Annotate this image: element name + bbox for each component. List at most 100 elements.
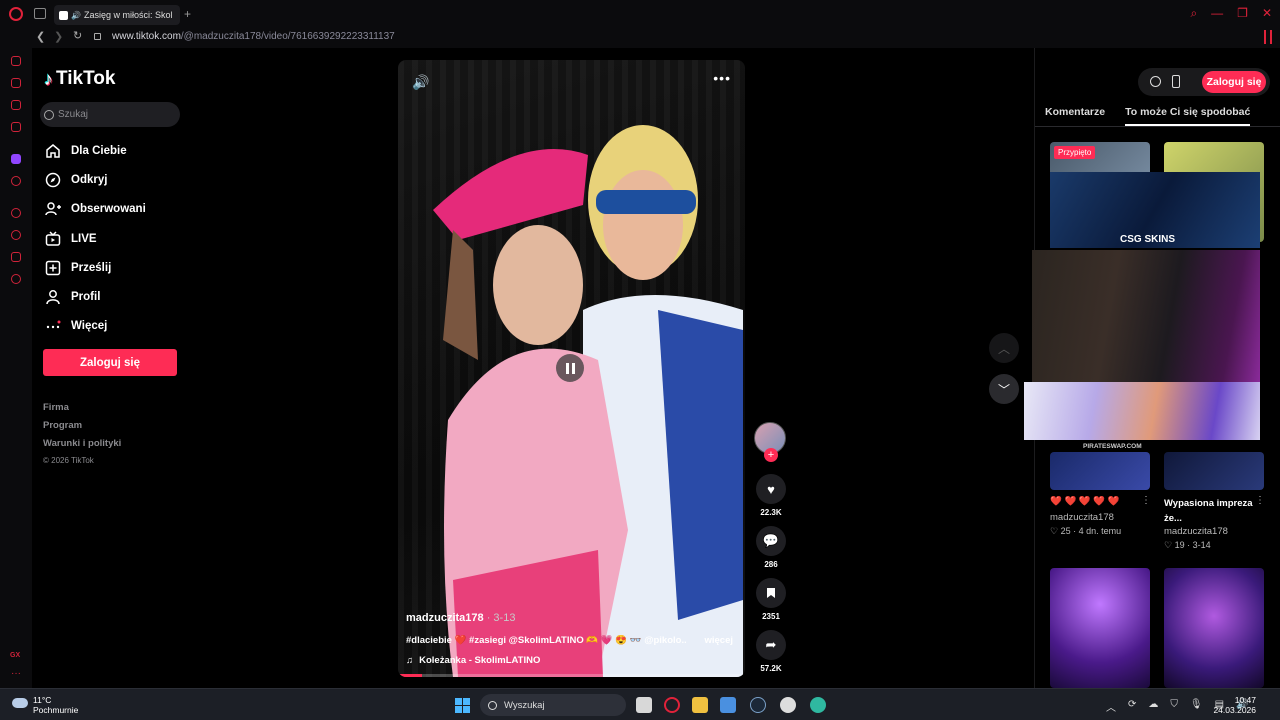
- footer-link[interactable]: Firma: [43, 402, 121, 420]
- tab-you-may-like[interactable]: To może Ci się spodobać: [1125, 106, 1251, 126]
- save-action[interactable]: 2351: [754, 578, 788, 630]
- edge-icon[interactable]: [810, 697, 826, 713]
- cloud-tray-icon[interactable]: ☁: [1148, 699, 1158, 714]
- ad-banner[interactable]: CSG SKINS: [1050, 172, 1260, 248]
- forward-button[interactable]: ❯: [54, 30, 63, 43]
- search-box[interactable]: [40, 102, 180, 127]
- video-caption: #dlaciebie ❤️ #zasiegi @SkolimLATINO 🫶 💗…: [406, 635, 686, 646]
- steam-icon[interactable]: [750, 697, 766, 713]
- list-item[interactable]: ❤️ ❤️ ❤️ ❤️ ❤️ madzuczita178 ♡ 25 · 4 dn…: [1050, 496, 1155, 537]
- footer-link[interactable]: Warunki i polityki: [43, 438, 121, 456]
- taskbar-search[interactable]: Wyszukaj: [480, 694, 626, 716]
- video-author[interactable]: madzuczita178 · 3-13: [406, 612, 515, 624]
- share-action[interactable]: ➦ 57.2K: [754, 630, 788, 682]
- browser-tab-active[interactable]: 🔊 Zasięg w miłości: Skol: [54, 5, 180, 25]
- nav-item-live[interactable]: LIVE: [44, 224, 194, 253]
- phone-icon[interactable]: [1172, 75, 1180, 88]
- item-menu-icon[interactable]: ⋮: [1255, 495, 1265, 506]
- aria-icon[interactable]: [11, 56, 21, 66]
- news-icon[interactable]: [11, 122, 21, 132]
- item-menu-icon[interactable]: ⋮: [1141, 495, 1151, 506]
- video-progress-bar[interactable]: [398, 674, 745, 677]
- nav-item-upload[interactable]: Prześlij: [44, 253, 194, 282]
- gx-label-icon[interactable]: GX: [10, 652, 20, 659]
- reload-button[interactable]: ↻: [73, 29, 82, 42]
- video-more-icon[interactable]: •••: [713, 70, 731, 86]
- workspaces-icon[interactable]: [11, 78, 21, 88]
- list-item[interactable]: Wypasiona impreza że... madzuczita178 ♡ …: [1164, 496, 1254, 551]
- twitch-icon[interactable]: [11, 154, 21, 164]
- tab-list-icon[interactable]: [34, 8, 46, 19]
- comment-action[interactable]: 💬 286: [754, 526, 788, 578]
- minimize-button[interactable]: —: [1211, 6, 1223, 21]
- extensions-icon[interactable]: [11, 252, 21, 262]
- footer-links: Firma Program Warunki i polityki © 2026 …: [43, 402, 121, 474]
- comment-icon[interactable]: 💬: [756, 526, 786, 556]
- nav-item-for-you[interactable]: Dla Ciebie: [44, 136, 194, 165]
- previous-video-button[interactable]: ︿: [989, 333, 1019, 363]
- history-icon[interactable]: [11, 230, 21, 240]
- stream-overlay[interactable]: [1032, 250, 1260, 382]
- task-view-icon[interactable]: [636, 697, 652, 713]
- weather-widget[interactable]: 11°C Pochmurnie: [33, 695, 78, 715]
- player-icon[interactable]: [11, 208, 21, 218]
- lock-icon[interactable]: [94, 33, 101, 40]
- sidebar-toggle-icon[interactable]: [1264, 30, 1272, 44]
- opera-logo-icon[interactable]: [9, 7, 23, 21]
- chevron-up-icon[interactable]: ︿: [1106, 699, 1116, 714]
- follow-plus-icon[interactable]: +: [764, 448, 778, 462]
- tab-audio-icon[interactable]: 🔊: [71, 11, 81, 20]
- tiktok-logo[interactable]: ♪ TikTok: [44, 68, 115, 90]
- avatar[interactable]: +: [754, 422, 786, 462]
- app-icon[interactable]: [780, 697, 796, 713]
- stream-banner[interactable]: [1024, 382, 1260, 440]
- nav-label: Prześlij: [71, 261, 112, 274]
- stream-banner-text: PIRATESWAP.COM: [1083, 443, 1142, 450]
- new-tab-button[interactable]: +: [184, 7, 191, 21]
- nav-item-profile[interactable]: Profil: [44, 282, 194, 311]
- nav-item-more[interactable]: Więcej: [44, 312, 194, 341]
- login-button[interactable]: Zaloguj się: [43, 349, 177, 376]
- search-tabs-icon[interactable]: ⌕: [1190, 6, 1197, 21]
- video-thumbnail[interactable]: [1164, 452, 1264, 490]
- pause-button[interactable]: [556, 354, 584, 382]
- store-icon[interactable]: [720, 697, 736, 713]
- bookmark-icon[interactable]: [756, 578, 786, 608]
- video-thumbnail[interactable]: [1050, 568, 1150, 688]
- microphone-icon[interactable]: 🎙: [1190, 699, 1203, 714]
- login-button-top[interactable]: Zaloguj się: [1202, 71, 1266, 93]
- back-button[interactable]: ❮: [36, 30, 45, 43]
- video-player[interactable]: 🔊 ••• madzuczita178 · 3-13 #dlaciebie ❤️…: [398, 60, 745, 677]
- nav-label: Profil: [71, 291, 101, 304]
- maximize-button[interactable]: ❐: [1237, 6, 1248, 21]
- video-music[interactable]: ♫ Koleżanka - SkolimLATINO: [406, 655, 540, 666]
- nav-item-explore[interactable]: Odkryj: [44, 165, 194, 194]
- shield-icon[interactable]: ⛉: [1170, 699, 1178, 714]
- messenger-icon[interactable]: [11, 100, 21, 110]
- heart-icon[interactable]: ♥: [756, 474, 786, 504]
- start-button[interactable]: [455, 698, 470, 713]
- footer-link[interactable]: Program: [43, 420, 121, 438]
- settings-gear-icon[interactable]: [11, 274, 21, 284]
- main-nav: Dla Ciebie Odkryj Obserwowani LIVE Prześ…: [44, 136, 194, 341]
- next-video-button[interactable]: ﹀: [989, 374, 1019, 404]
- clock[interactable]: 10:47 24.03.2026: [1213, 695, 1256, 715]
- compass-icon[interactable]: [1150, 76, 1161, 87]
- video-thumbnail[interactable]: [1164, 568, 1264, 688]
- like-action[interactable]: ♥ 22.3K: [754, 474, 788, 526]
- sidebar-more-icon[interactable]: ···: [11, 668, 21, 679]
- tab-comments[interactable]: Komentarze: [1045, 106, 1105, 126]
- share-icon[interactable]: ➦: [756, 630, 786, 660]
- cloud-icon[interactable]: [12, 698, 28, 708]
- volume-icon[interactable]: 🔊: [412, 74, 429, 91]
- video-thumbnail[interactable]: [1050, 452, 1150, 490]
- search-input[interactable]: [58, 109, 168, 120]
- sync-icon[interactable]: ⟳: [1128, 699, 1136, 714]
- opera-gx-icon[interactable]: [664, 697, 680, 713]
- music-player-icon[interactable]: [11, 176, 21, 186]
- nav-item-following[interactable]: Obserwowani: [44, 195, 194, 224]
- caption-more-link[interactable]: więcej: [704, 635, 733, 646]
- file-explorer-icon[interactable]: [692, 697, 708, 713]
- url-field[interactable]: www.tiktok.com/@madzuczita178/video/7616…: [112, 31, 395, 42]
- close-window-button[interactable]: ✕: [1262, 6, 1272, 21]
